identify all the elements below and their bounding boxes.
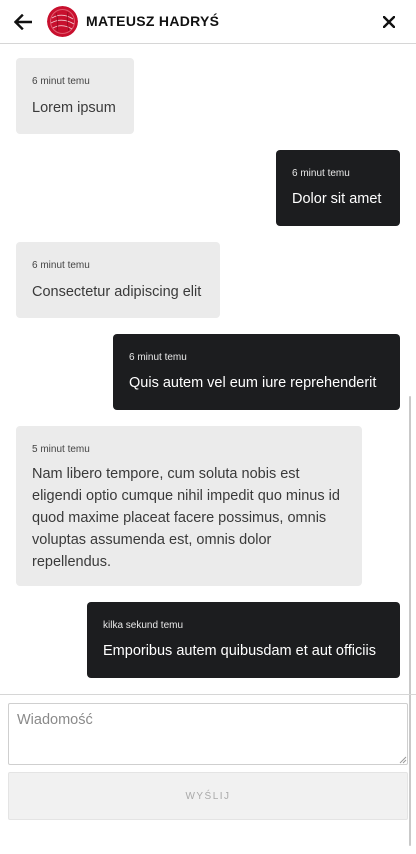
- arrow-left-icon: [14, 14, 32, 30]
- back-button[interactable]: [12, 11, 34, 33]
- message-outgoing: kilka sekund temu Emporibus autem quibus…: [87, 602, 400, 678]
- message-time: 6 minut temu: [32, 260, 90, 271]
- message-text: Lorem ipsum: [32, 100, 116, 116]
- message-input[interactable]: [8, 703, 408, 765]
- chat-header: MATEUSZ HADRYŚ: [0, 0, 416, 44]
- message-time: kilka sekund temu: [103, 620, 184, 631]
- message-time: 6 minut temu: [129, 352, 187, 363]
- message-outgoing: 6 minut temu Quis autem vel eum iure rep…: [113, 334, 400, 410]
- message-text: Quis autem vel eum iure reprehenderit: [129, 375, 377, 391]
- message-list[interactable]: 6 minut temu Lorem ipsum 6 minut temu Do…: [0, 44, 416, 694]
- close-button[interactable]: [380, 13, 398, 31]
- message-time: 6 minut temu: [32, 76, 90, 87]
- scrollbar[interactable]: [409, 396, 411, 846]
- message-outgoing: 6 minut temu Dolor sit amet: [276, 150, 400, 226]
- message-incoming: 5 minut temu Nam libero tempore, cum sol…: [16, 426, 362, 586]
- avatar[interactable]: [47, 6, 78, 37]
- message-incoming: 6 minut temu Consectetur adipiscing elit: [16, 242, 220, 318]
- message-text: Consectetur adipiscing elit: [32, 284, 202, 300]
- message-text: Nam libero tempore, cum soluta nobis est…: [32, 466, 340, 570]
- contact-name: MATEUSZ HADRYŚ: [86, 13, 220, 29]
- close-icon: [383, 16, 395, 28]
- message-incoming: 6 minut temu Lorem ipsum: [16, 58, 134, 134]
- send-button[interactable]: WYŚLIJ: [8, 772, 408, 820]
- chat-window: MATEUSZ HADRYŚ 6 minut temu Lorem ipsum …: [0, 0, 416, 854]
- resize-handle-icon[interactable]: [399, 756, 407, 764]
- message-time: 5 minut temu: [32, 444, 90, 455]
- message-text: Dolor sit amet: [292, 191, 382, 207]
- composer-divider: [0, 694, 416, 695]
- message-time: 6 minut temu: [292, 168, 350, 179]
- message-text: Emporibus autem quibusdam et aut officii…: [103, 643, 376, 659]
